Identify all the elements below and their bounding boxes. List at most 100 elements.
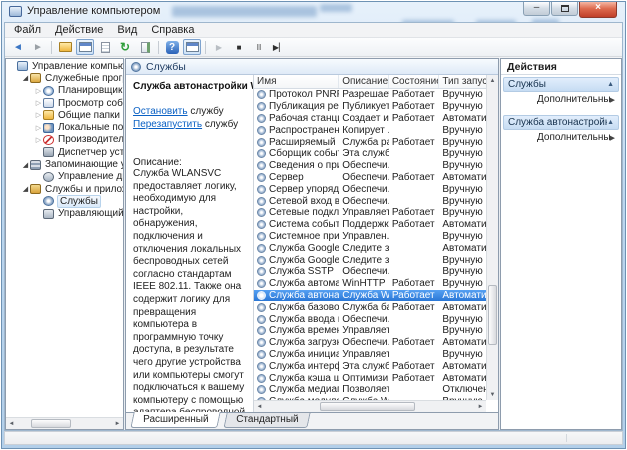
table-row[interactable]: Служба медиапр...Позволяет...Отключена [254, 384, 486, 396]
table-row[interactable]: Публикация ресу...Публикует...РаботаетВр… [254, 101, 486, 113]
menu-help[interactable]: Справка [144, 23, 201, 37]
tree-item-task-scheduler[interactable]: ▷Планировщик заданий [6, 85, 123, 97]
tree-item-device-manager[interactable]: Диспетчер устройств [6, 146, 123, 158]
minimize-button[interactable]: – [523, 2, 550, 16]
export-list-button[interactable] [136, 39, 154, 55]
service-name: Служба загрузки ... [269, 337, 339, 348]
table-row[interactable]: Система событи...Поддержк...РаботаетАвто… [254, 219, 486, 231]
help-button[interactable]: ? [163, 39, 181, 55]
restart-service-button[interactable]: ▶▏ [270, 39, 288, 55]
tree-item-storage[interactable]: ◢Запоминающие устройст [6, 158, 123, 170]
scroll-down-button[interactable]: ▼ [487, 389, 498, 400]
table-row[interactable]: Сервер упорядоч...Обеспечи...Вручную [254, 183, 486, 195]
tree-item-services-and-apps[interactable]: ◢Службы и приложения [6, 183, 123, 195]
tree-item-services[interactable]: Службы [6, 195, 123, 207]
service-gear-icon [257, 362, 266, 371]
scroll-thumb[interactable] [320, 402, 415, 411]
column-header-1[interactable]: Описание [339, 75, 389, 88]
actions-menu-item[interactable]: Дополнительные дей...▶ [503, 130, 619, 145]
table-row[interactable]: Служба SSTPОбеспечи...Вручную [254, 266, 486, 278]
vertical-scrollbar[interactable]: ▲ ▼ [486, 75, 498, 400]
menu-file[interactable]: Файл [7, 23, 48, 37]
table-row[interactable]: Служба Google U...Следите за...Автоматич… [254, 242, 486, 254]
refresh-button[interactable]: ↻ [116, 39, 134, 55]
column-header-0[interactable]: Имя [254, 75, 339, 88]
list-horizontal-scrollbar[interactable]: ◄ ► [254, 400, 486, 412]
table-row[interactable]: Сведения о прил...Обеспечи...Вручную [254, 160, 486, 172]
start-service-button[interactable]: ▶ [210, 39, 228, 55]
scroll-left-button[interactable]: ◄ [254, 401, 265, 412]
startup-type-cell: Вручную [439, 207, 486, 219]
collapse-icon: ▲ [607, 119, 614, 126]
tree-item-shared-folders[interactable]: ▷Общие папки [6, 109, 123, 121]
actions-section-header[interactable]: Служба автонастройки W...▲ [503, 115, 619, 130]
table-row[interactable]: Сетевые подклю...Управляет...РаботаетВру… [254, 207, 486, 219]
scroll-right-button[interactable]: ► [112, 418, 123, 429]
column-header-3[interactable]: Тип запуска [439, 75, 486, 88]
tree-item-disk-management[interactable]: Управление дисками [6, 171, 123, 183]
collapse-icon[interactable]: ◢ [21, 74, 30, 82]
expand-icon[interactable]: ▷ [34, 124, 43, 132]
stop-service-button[interactable]: ■ [230, 39, 248, 55]
column-header-2[interactable]: Состояние [389, 75, 440, 88]
table-row[interactable]: Системное прил...Управлен...Вручную [254, 231, 486, 243]
expand-icon[interactable]: ▷ [34, 136, 43, 144]
table-row[interactable]: Служба автомати...WinHTTP ...РаботаетВру… [254, 278, 486, 290]
tree-item-performance[interactable]: ▷Производительность [6, 134, 123, 146]
scroll-up-button[interactable]: ▲ [487, 75, 498, 86]
table-row[interactable]: Служба кэша шр...Оптимизи...РаботаетАвто… [254, 372, 486, 384]
window-icon [186, 42, 199, 52]
table-row[interactable]: Рабочая станцияСоздает и ...РаботаетАвто… [254, 113, 486, 125]
table-row[interactable]: Расширяемый п...Служба ра...РаботаетВруч… [254, 136, 486, 148]
table-row[interactable]: Служба Google U...Следите за...Вручную [254, 254, 486, 266]
scroll-thumb[interactable] [488, 285, 497, 345]
scroll-left-button[interactable]: ◄ [6, 418, 17, 429]
table-row[interactable]: Сетевой вход в си...Обеспечи...Вручную [254, 195, 486, 207]
table-row[interactable]: Сборщик событи...Эта служб...Вручную [254, 148, 486, 160]
table-row[interactable]: Служба инициат...Управляет...Вручную [254, 349, 486, 361]
document-button[interactable] [96, 39, 114, 55]
show-console-tree-button[interactable] [56, 39, 74, 55]
expand-icon[interactable]: ▷ [34, 99, 43, 107]
tree-item-system-tools[interactable]: ◢Служебные программы [6, 72, 123, 84]
maximize-button[interactable] [551, 2, 578, 16]
collapse-icon[interactable]: ◢ [21, 185, 30, 193]
status-cell [389, 160, 440, 172]
actions-section-header[interactable]: Службы▲ [503, 77, 619, 92]
tree-item-event-viewer[interactable]: ▷Просмотр событий [6, 97, 123, 109]
table-row[interactable]: СерверОбеспечи...РаботаетАвтоматически [254, 172, 486, 184]
scroll-right-button[interactable]: ► [475, 401, 486, 412]
table-row[interactable]: Служба автонаст...Служба W...РаботаетАвт… [254, 290, 486, 302]
tree-horizontal-scrollbar[interactable]: ◄ ► [6, 417, 123, 429]
table-row[interactable]: Распространение...Копирует ...Вручную [254, 124, 486, 136]
menu-view[interactable]: Вид [110, 23, 144, 37]
table-row[interactable]: Протокол PNRPРазрешает...РаботаетВручную [254, 89, 486, 101]
properties-button[interactable] [76, 39, 94, 55]
tab-extended[interactable]: Расширенный [130, 412, 221, 428]
scroll-thumb[interactable] [31, 419, 71, 428]
close-button[interactable]: × [579, 2, 617, 18]
tree-item-computer-management-root[interactable]: Управление компьютером (л [6, 60, 123, 72]
table-row[interactable]: Служба загрузки ...Обеспечи...РаботаетАв… [254, 337, 486, 349]
table-row[interactable]: Служба базовой ...Служба ба...РаботаетАв… [254, 301, 486, 313]
forward-button[interactable]: ► [29, 39, 47, 55]
expand-icon[interactable]: ▷ [34, 111, 43, 119]
actions-menu-item[interactable]: Дополнительные дей...▶ [503, 92, 619, 107]
show-action-pane-button[interactable] [183, 39, 201, 55]
pause-service-button[interactable]: II [250, 39, 268, 55]
restart-service-link[interactable]: Перезапустить [133, 119, 202, 130]
tree-item-wmi-control[interactable]: Управляющий элемен [6, 208, 123, 220]
menu-action[interactable]: Действие [48, 23, 110, 37]
collapse-icon[interactable]: ◢ [21, 161, 30, 169]
stop-service-link[interactable]: Остановить [133, 106, 188, 117]
table-row[interactable]: Служба интерфе...Эта служб...РаботаетАвт… [254, 360, 486, 372]
startup-type-cell: Автоматически [439, 242, 486, 254]
table-row[interactable]: Служба времени ...Управляет...Вручную [254, 325, 486, 337]
tree-item-local-users[interactable]: ▷Локальные пользовате [6, 121, 123, 133]
description-label: Описание: [133, 157, 246, 168]
titlebar[interactable]: Управление компьютером –× [2, 2, 625, 22]
expand-icon[interactable]: ▷ [34, 87, 43, 95]
back-button[interactable]: ◄ [9, 39, 27, 55]
tab-standard[interactable]: Стандартный [224, 413, 312, 428]
table-row[interactable]: Служба ввода пл...Обеспечи...Вручную [254, 313, 486, 325]
